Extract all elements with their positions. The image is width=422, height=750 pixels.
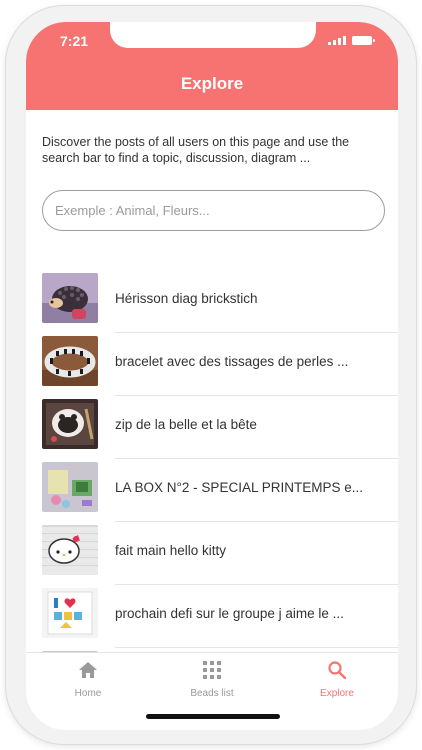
tab-home-label: Home: [74, 688, 102, 699]
home-icon: [79, 662, 97, 678]
post-thumbnail: [42, 525, 98, 575]
list-item[interactable]: fait main hello kitty: [26, 522, 398, 585]
grid-icon: [203, 661, 221, 679]
post-title: prochain defi sur le groupe j aime le ..…: [115, 606, 344, 621]
battery-icon: [352, 36, 375, 45]
app-screen: 7:21 Explore Discover the posts of all u…: [26, 22, 398, 730]
list-item[interactable]: bracelet avec des tissages de perles ...: [26, 333, 398, 396]
search-bar[interactable]: [42, 190, 385, 231]
post-title: zip de la belle et la bête: [115, 417, 257, 432]
post-title: Hérisson diag brickstich: [115, 291, 258, 306]
intro-text: Discover the posts of all users on this …: [42, 135, 350, 165]
search-input[interactable]: [55, 203, 372, 218]
header-bar: 7:21 Explore: [26, 22, 398, 110]
tab-beads-list[interactable]: Beads list: [167, 661, 257, 699]
device-notch: [110, 22, 316, 48]
post-title: LA BOX N°2 - SPECIAL PRINTEMPS e...: [115, 480, 363, 495]
post-thumbnail: [42, 588, 98, 638]
tab-explore-label: Explore: [320, 688, 354, 699]
status-icons: [328, 35, 375, 45]
page-title: Explore: [180, 74, 244, 93]
post-thumbnail: [42, 399, 98, 449]
post-title: bracelet avec des tissages de perles ...: [115, 354, 349, 369]
post-thumbnail: [42, 336, 98, 386]
posts-list[interactable]: Hérisson diag brickstich bracelet avec d…: [26, 270, 398, 652]
search-icon: [328, 661, 347, 680]
tab-beads-list-label: Beads list: [190, 688, 234, 699]
list-item[interactable]: prochain defi sur le groupe j aime le ..…: [26, 585, 398, 648]
post-thumbnail: [42, 462, 98, 512]
tab-home[interactable]: Home: [43, 661, 133, 699]
status-time: 7:21: [60, 33, 89, 49]
tab-explore[interactable]: Explore: [292, 661, 382, 699]
post-title: fait main hello kitty: [115, 543, 227, 558]
list-item[interactable]: zip de la belle et la bête: [26, 396, 398, 459]
post-thumbnail: [42, 273, 98, 323]
home-indicator: [146, 714, 280, 719]
list-item[interactable]: Hérisson diag brickstich: [26, 270, 398, 333]
signal-icon: [328, 35, 346, 45]
list-item[interactable]: LA BOX N°2 - SPECIAL PRINTEMPS e...: [26, 459, 398, 522]
